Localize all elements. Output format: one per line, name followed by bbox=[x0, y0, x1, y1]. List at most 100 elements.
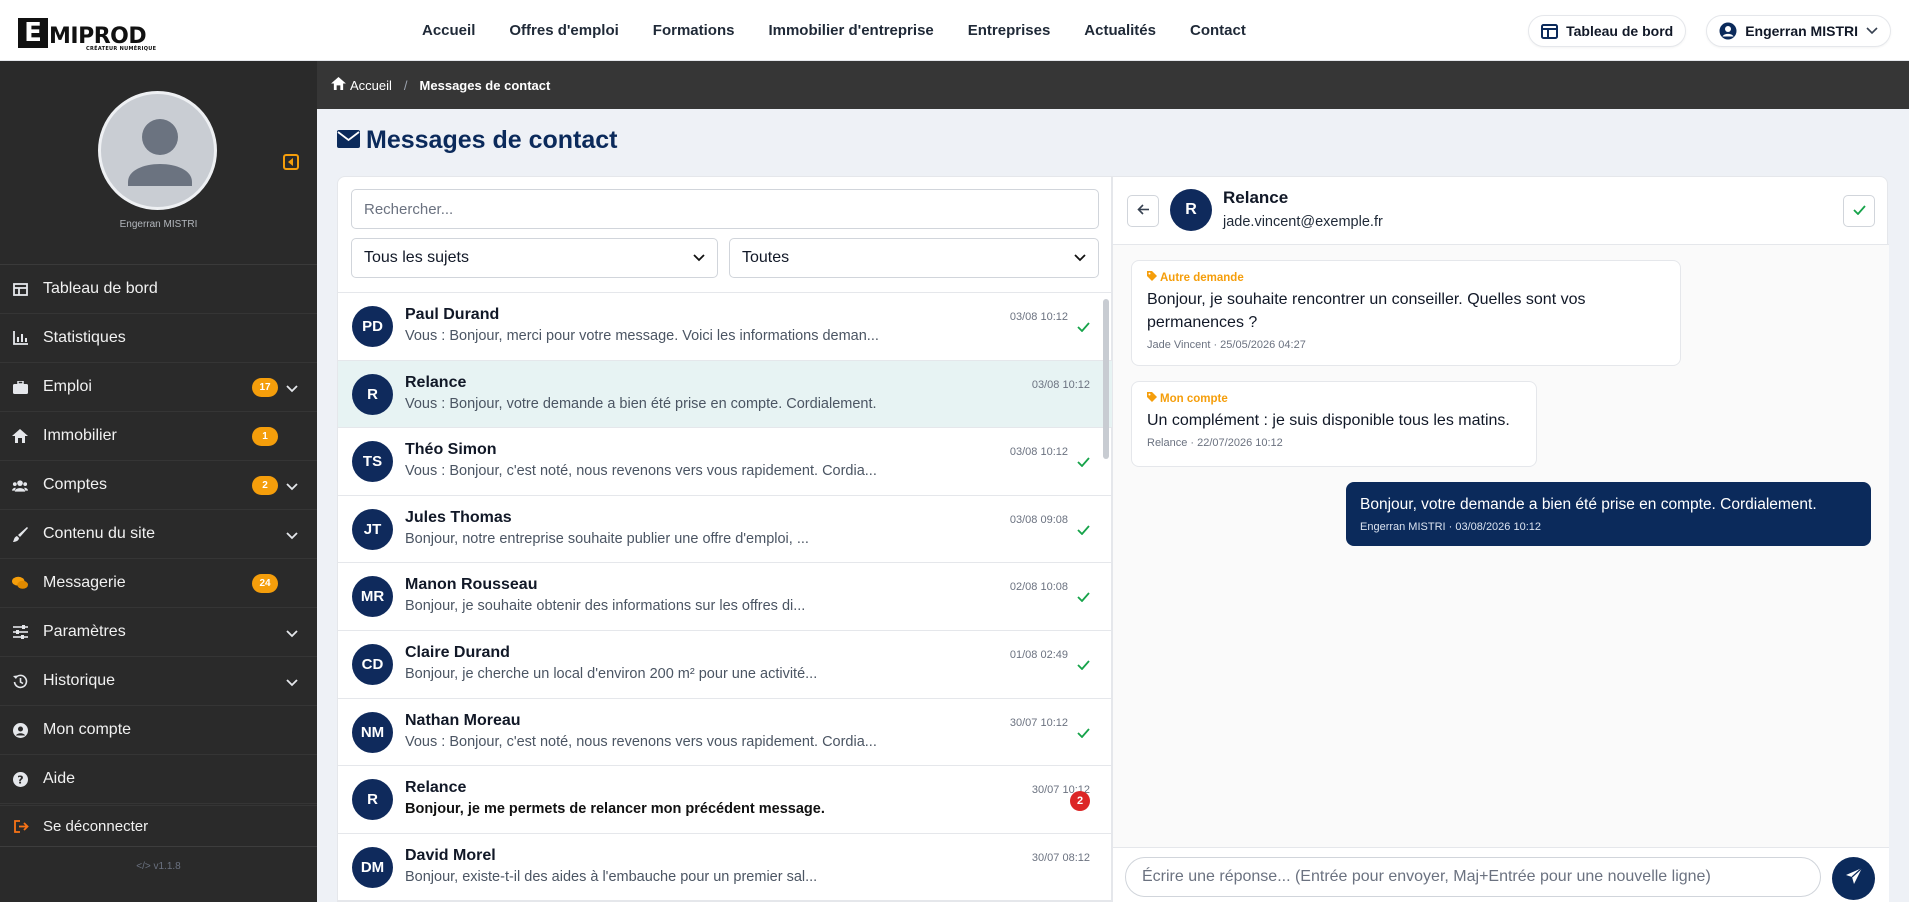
send-icon bbox=[1845, 867, 1863, 890]
count-badge: 1 bbox=[252, 427, 278, 446]
message-meta: Jade Vincent · 25/05/2026 04:27 bbox=[1147, 339, 1306, 351]
send-button[interactable] bbox=[1832, 857, 1875, 900]
chevron-down-icon bbox=[1074, 249, 1086, 267]
chevron-down-icon bbox=[286, 527, 298, 545]
message-time: 02/08 10:08 bbox=[1009, 581, 1068, 594]
message-preview: Bonjour, je me permets de relancer mon p… bbox=[405, 801, 825, 818]
sidebar-item-mon-compte[interactable]: Mon compte bbox=[0, 706, 317, 755]
nav-link-formations[interactable]: Formations bbox=[636, 22, 752, 39]
message-row[interactable]: NM Nathan Moreau Vous : Bonjour, c'est n… bbox=[338, 699, 1113, 767]
tag-label: Autre demande bbox=[1160, 271, 1244, 284]
app-version: </> v1.1.8 bbox=[0, 861, 317, 872]
outgoing-message: Bonjour, votre demande a bien été prise … bbox=[1346, 482, 1871, 546]
sidebar-item-tableau-de-bord[interactable]: Tableau de bord bbox=[0, 265, 317, 314]
conversation-name: Relance bbox=[1223, 188, 1289, 207]
conversation-email[interactable]: jade.vincent@exemple.fr bbox=[1223, 214, 1383, 230]
user-circle-icon bbox=[1719, 22, 1737, 40]
status-filter-select[interactable]: Toutes bbox=[729, 238, 1099, 278]
message-row[interactable]: TS Théo Simon Vous : Bonjour, c'est noté… bbox=[338, 428, 1113, 496]
brand-logo[interactable]: E MIPROD CRÉATEUR NUMÉRIQUE bbox=[18, 18, 156, 52]
contact-name: Claire Durand bbox=[405, 643, 510, 661]
message-preview: Vous : Bonjour, votre demande a bien été… bbox=[405, 395, 877, 412]
back-button[interactable] bbox=[1127, 195, 1159, 227]
nav-link-offres[interactable]: Offres d'emploi bbox=[492, 22, 635, 39]
contact-avatar: TS bbox=[352, 441, 393, 483]
sidebar-item-statistiques[interactable]: Statistiques bbox=[0, 314, 317, 363]
chevron-down-icon bbox=[1866, 27, 1878, 35]
subject-filter-select[interactable]: Tous les sujets bbox=[351, 238, 718, 278]
sidebar-item-contenu-du-site[interactable]: Contenu du site bbox=[0, 510, 317, 559]
help-icon: ? bbox=[12, 771, 28, 787]
user-menu-button[interactable]: Engerran MISTRI bbox=[1706, 15, 1891, 47]
message-row[interactable]: R Relance Bonjour, je me permets de rela… bbox=[338, 766, 1113, 834]
sidebar-item-messagerie[interactable]: Messagerie 24 bbox=[0, 559, 317, 608]
mark-done-button[interactable] bbox=[1843, 195, 1875, 227]
top-navbar: E MIPROD CRÉATEUR NUMÉRIQUE Accueil Offr… bbox=[0, 0, 1909, 61]
sidebar-item-historique[interactable]: Historique bbox=[0, 657, 317, 706]
sidebar-item-label: Comptes bbox=[43, 476, 108, 493]
reply-input[interactable]: Écrire une réponse... (Entrée pour envoy… bbox=[1125, 857, 1821, 897]
breadcrumb: Accueil / Messages de contact bbox=[317, 61, 1909, 109]
avatar[interactable] bbox=[98, 91, 217, 210]
sidebar-item-label: Emploi bbox=[43, 378, 92, 395]
page-title: Messages de contact bbox=[337, 126, 618, 155]
reply-composer: Écrire une réponse... (Entrée pour envoy… bbox=[1113, 847, 1889, 902]
message-row[interactable]: JT Jules Thomas Bonjour, notre entrepris… bbox=[338, 496, 1113, 564]
dashboard-button[interactable]: Tableau de bord bbox=[1528, 15, 1687, 47]
nav-link-entreprises[interactable]: Entreprises bbox=[951, 22, 1068, 39]
check-icon bbox=[1077, 454, 1090, 472]
check-icon bbox=[1077, 319, 1090, 337]
sidebar-item-comptes[interactable]: Comptes 2 bbox=[0, 461, 317, 510]
message-row[interactable]: MR Manon Rousseau Bonjour, je souhaite o… bbox=[338, 563, 1113, 631]
tag-label: Mon compte bbox=[1160, 392, 1228, 405]
tag-icon bbox=[1147, 271, 1157, 284]
nav-link-immobilier[interactable]: Immobilier d'entreprise bbox=[751, 22, 950, 39]
breadcrumb-current: Messages de contact bbox=[419, 77, 551, 93]
main-nav: Accueil Offres d'emploi Formations Immob… bbox=[405, 0, 1263, 61]
sidebar-item-aide[interactable]: ? Aide bbox=[0, 755, 317, 804]
contact-name: Jules Thomas bbox=[405, 508, 512, 526]
message-row[interactable]: DM David Morel Bonjour, existe-t-il des … bbox=[338, 834, 1113, 902]
user-menu-label: Engerran MISTRI bbox=[1745, 23, 1858, 39]
chart-icon bbox=[12, 330, 28, 346]
message-list: PD Paul Durand Vous : Bonjour, merci pou… bbox=[338, 292, 1113, 902]
message-subject-tag: Mon compte bbox=[1147, 392, 1521, 405]
version-label: v1.1.8 bbox=[153, 861, 181, 872]
contact-name: Relance bbox=[405, 779, 467, 797]
message-preview: Bonjour, notre entreprise souhaite publi… bbox=[405, 530, 809, 547]
nav-link-accueil[interactable]: Accueil bbox=[405, 22, 492, 39]
sidebar-item-emploi[interactable]: Emploi 17 bbox=[0, 363, 317, 412]
message-preview: Vous : Bonjour, c'est noté, nous revenon… bbox=[405, 463, 877, 480]
message-row[interactable]: PD Paul Durand Vous : Bonjour, merci pou… bbox=[338, 293, 1113, 361]
check-icon bbox=[1852, 202, 1866, 220]
message-preview: Vous : Bonjour, c'est noté, nous revenon… bbox=[405, 733, 877, 750]
list-scrollbar[interactable] bbox=[1103, 299, 1109, 459]
message-preview: Bonjour, existe-t-il des aides à l'embau… bbox=[405, 868, 818, 885]
sidebar-item-immobilier[interactable]: Immobilier 1 bbox=[0, 412, 317, 461]
nav-link-contact[interactable]: Contact bbox=[1173, 22, 1263, 39]
sidebar-user-name: Engerran MISTRI bbox=[119, 219, 198, 230]
sidebar-item-parametres[interactable]: Paramètres bbox=[0, 608, 317, 657]
message-meta: Engerran MISTRI · 03/08/2026 10:12 bbox=[1360, 521, 1541, 533]
sliders-icon bbox=[12, 624, 28, 640]
contact-avatar: DM bbox=[352, 846, 393, 888]
svg-text:?: ? bbox=[17, 773, 23, 786]
contact-name: Manon Rousseau bbox=[405, 576, 538, 594]
logout-button[interactable]: Se déconnecter bbox=[0, 805, 317, 847]
collapse-sidebar-icon[interactable] bbox=[283, 154, 299, 170]
message-row[interactable]: R Relance Vous : Bonjour, votre demande … bbox=[338, 360, 1113, 429]
incoming-message: Autre demande Bonjour, je souhaite renco… bbox=[1131, 260, 1681, 366]
chevron-down-icon bbox=[286, 478, 298, 496]
page-title-text: Messages de contact bbox=[366, 126, 618, 154]
message-row[interactable]: CD Claire Durand Bonjour, je cherche un … bbox=[338, 631, 1113, 699]
nav-link-actualites[interactable]: Actualités bbox=[1067, 22, 1173, 39]
breadcrumb-home[interactable]: Accueil bbox=[331, 77, 392, 93]
subject-filter-value: Tous les sujets bbox=[364, 249, 469, 266]
logo-e: E bbox=[18, 18, 48, 48]
check-icon bbox=[1077, 657, 1090, 675]
count-badge: 24 bbox=[252, 574, 278, 593]
search-input[interactable]: Rechercher... bbox=[351, 189, 1099, 229]
dashboard-icon bbox=[12, 281, 28, 297]
contact-name: Paul Durand bbox=[405, 306, 500, 323]
sidebar-item-label: Statistiques bbox=[43, 329, 126, 346]
